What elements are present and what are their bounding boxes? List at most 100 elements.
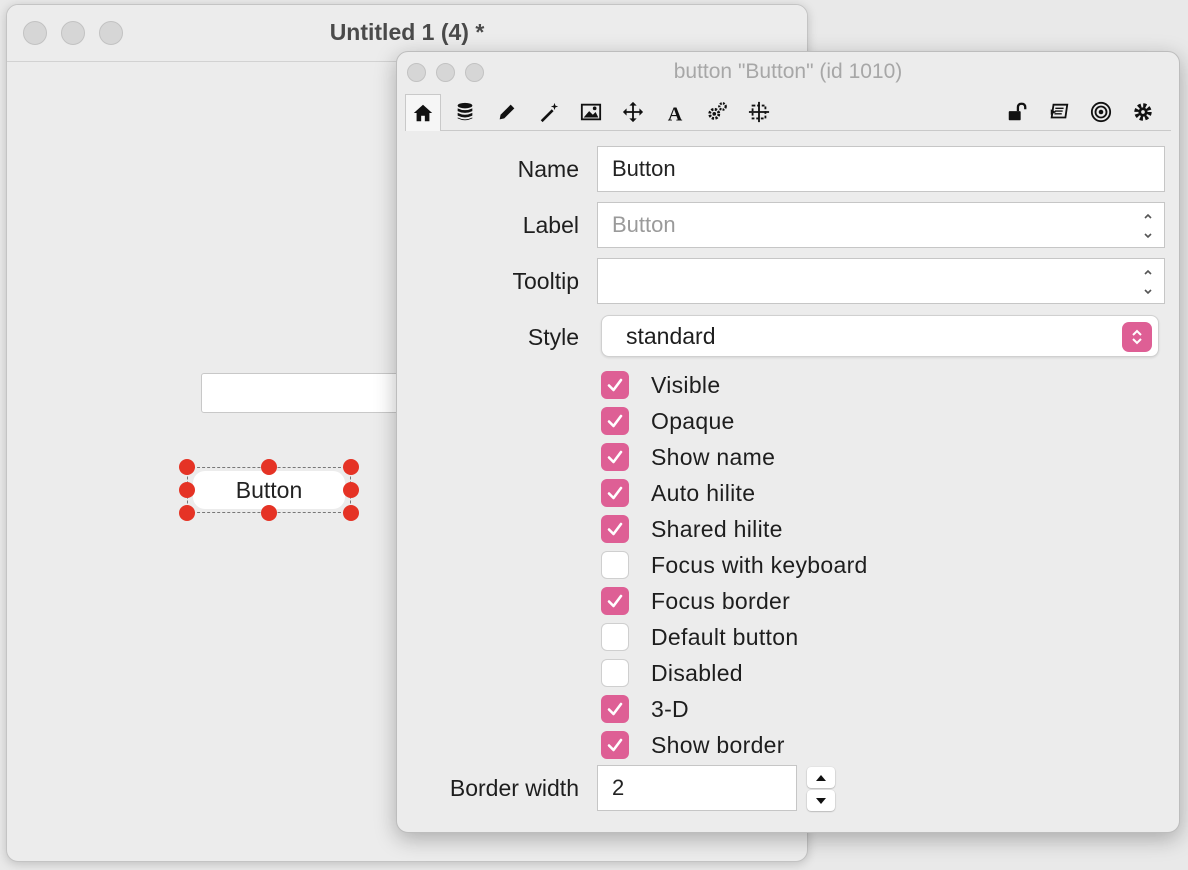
visible-checkbox-label: Visible [651,371,721,398]
tooltip-field[interactable] [597,258,1165,304]
inspector-titlebar[interactable]: button "Button" (id 1010) [397,52,1179,92]
shared-hilite-checkbox-label: Shared hilite [651,515,783,542]
svg-text:A: A [668,103,683,123]
label-label: Label [522,212,579,238]
style-popup-value: standard [626,323,716,349]
checkmark-icon [607,594,623,608]
style-label: Style [527,324,579,350]
home-icon [413,104,433,122]
checkbox-row-show-border[interactable]: Show border [601,730,785,760]
shared-hilite-checkbox[interactable] [601,515,629,543]
show-border-checkbox-label: Show border [651,731,785,758]
tab-basic-properties[interactable] [405,94,441,131]
border-width-label: Border width [449,775,579,801]
stack-window-title: Untitled 1 (4) * [329,19,485,45]
checkmark-icon [607,414,623,428]
checkbox-row-disabled[interactable]: Disabled [601,658,743,688]
resize-handle-bottom-left[interactable] [179,505,195,521]
resize-handle-top[interactable] [261,459,277,475]
image-icon [580,103,602,121]
checkmark-icon [607,522,623,536]
focus-with-keyboard-checkbox[interactable] [601,551,629,579]
chevron-up-icon [816,774,826,781]
style-popup-menu[interactable]: standard [601,315,1159,357]
chevron-down-icon [816,797,826,804]
inspector-toolbar: A [405,94,1171,131]
focus-border-checkbox-label: Focus border [651,587,791,614]
auto-hilite-checkbox-label: Auto hilite [651,479,756,506]
tab-position[interactable] [615,94,651,130]
auto-hilite-checkbox[interactable] [601,479,629,507]
tab-colors[interactable] [489,94,525,130]
checkmark-icon [607,486,623,500]
checkbox-row-3-d[interactable]: 3-D [601,694,689,724]
disabled-checkbox-label: Disabled [651,659,743,686]
database-icon [457,102,473,121]
border-width-stepper[interactable] [807,767,835,811]
checkbox-row-focus-border[interactable]: Focus border [601,586,790,616]
gears-icon [708,102,727,120]
border-width-field[interactable]: 2 [597,765,797,811]
resize-handle-left[interactable] [179,482,195,498]
pencil-icon [499,104,515,120]
checkbox-row-opaque[interactable]: Opaque [601,406,735,436]
unlock-icon [1008,102,1027,121]
resize-handle-top-right[interactable] [343,459,359,475]
visible-checkbox[interactable] [601,371,629,399]
tab-geometry[interactable] [741,94,777,130]
chevron-updown-icon [1122,322,1152,352]
move-icon [622,101,644,123]
3-d-checkbox[interactable] [601,695,629,723]
label-field-scroll-arrows[interactable] [1142,211,1154,241]
tab-text[interactable]: A [657,94,693,130]
checkbox-row-visible[interactable]: Visible [601,370,720,400]
stepper-up-button[interactable] [807,767,835,788]
text-icon: A [668,103,683,123]
checkmark-icon [607,378,623,392]
opaque-checkbox[interactable] [601,407,629,435]
checkmark-icon [607,738,623,752]
inspector-title: button "Button" (id 1010) [673,60,903,83]
label-field[interactable]: Button [597,202,1165,248]
name-label: Name [517,156,579,182]
default-button-checkbox-label: Default button [651,623,799,650]
default-button-checkbox[interactable] [601,623,629,651]
tab-lock[interactable] [999,94,1035,130]
tooltip-field-scroll-arrows[interactable] [1142,267,1154,297]
tab-script[interactable] [1041,94,1077,130]
resize-handle-top-left[interactable] [179,459,195,475]
target-icon [1090,101,1112,123]
tab-effects[interactable] [531,94,567,130]
resize-handle-bottom[interactable] [261,505,277,521]
show-name-checkbox[interactable] [601,443,629,471]
tooltip-label: Tooltip [512,268,579,294]
opaque-checkbox-label: Opaque [651,407,735,434]
magic-wand-icon [540,102,559,123]
tab-icons[interactable] [573,94,609,130]
resize-handle-bottom-right[interactable] [343,505,359,521]
checkbox-row-default-button[interactable]: Default button [601,622,798,652]
show-border-checkbox[interactable] [601,731,629,759]
geometry-icon [748,101,770,123]
checkbox-row-auto-hilite[interactable]: Auto hilite [601,478,755,508]
message-icon [1050,103,1069,119]
tab-advanced[interactable] [699,94,735,130]
stepper-down-button[interactable] [807,790,835,811]
checkbox-row-focus-with-keyboard[interactable]: Focus with keyboard [601,550,868,580]
checkbox-row-show-name[interactable]: Show name [601,442,775,472]
label-field-placeholder: Button [612,212,676,237]
tab-custom-properties[interactable] [447,94,483,130]
name-field[interactable]: Button [597,146,1165,192]
focus-with-keyboard-checkbox-label: Focus with keyboard [651,551,868,578]
disabled-checkbox[interactable] [601,659,629,687]
checkmark-icon [607,450,623,464]
show-name-checkbox-label: Show name [651,443,776,470]
checkbox-row-shared-hilite[interactable]: Shared hilite [601,514,783,544]
tab-settings[interactable] [1125,94,1161,130]
resize-handle-right[interactable] [343,482,359,498]
button-object[interactable]: Button [193,471,345,509]
focus-border-checkbox[interactable] [601,587,629,615]
3-d-checkbox-label: 3-D [651,695,689,722]
tab-target[interactable] [1083,94,1119,130]
checkmark-icon [607,702,623,716]
